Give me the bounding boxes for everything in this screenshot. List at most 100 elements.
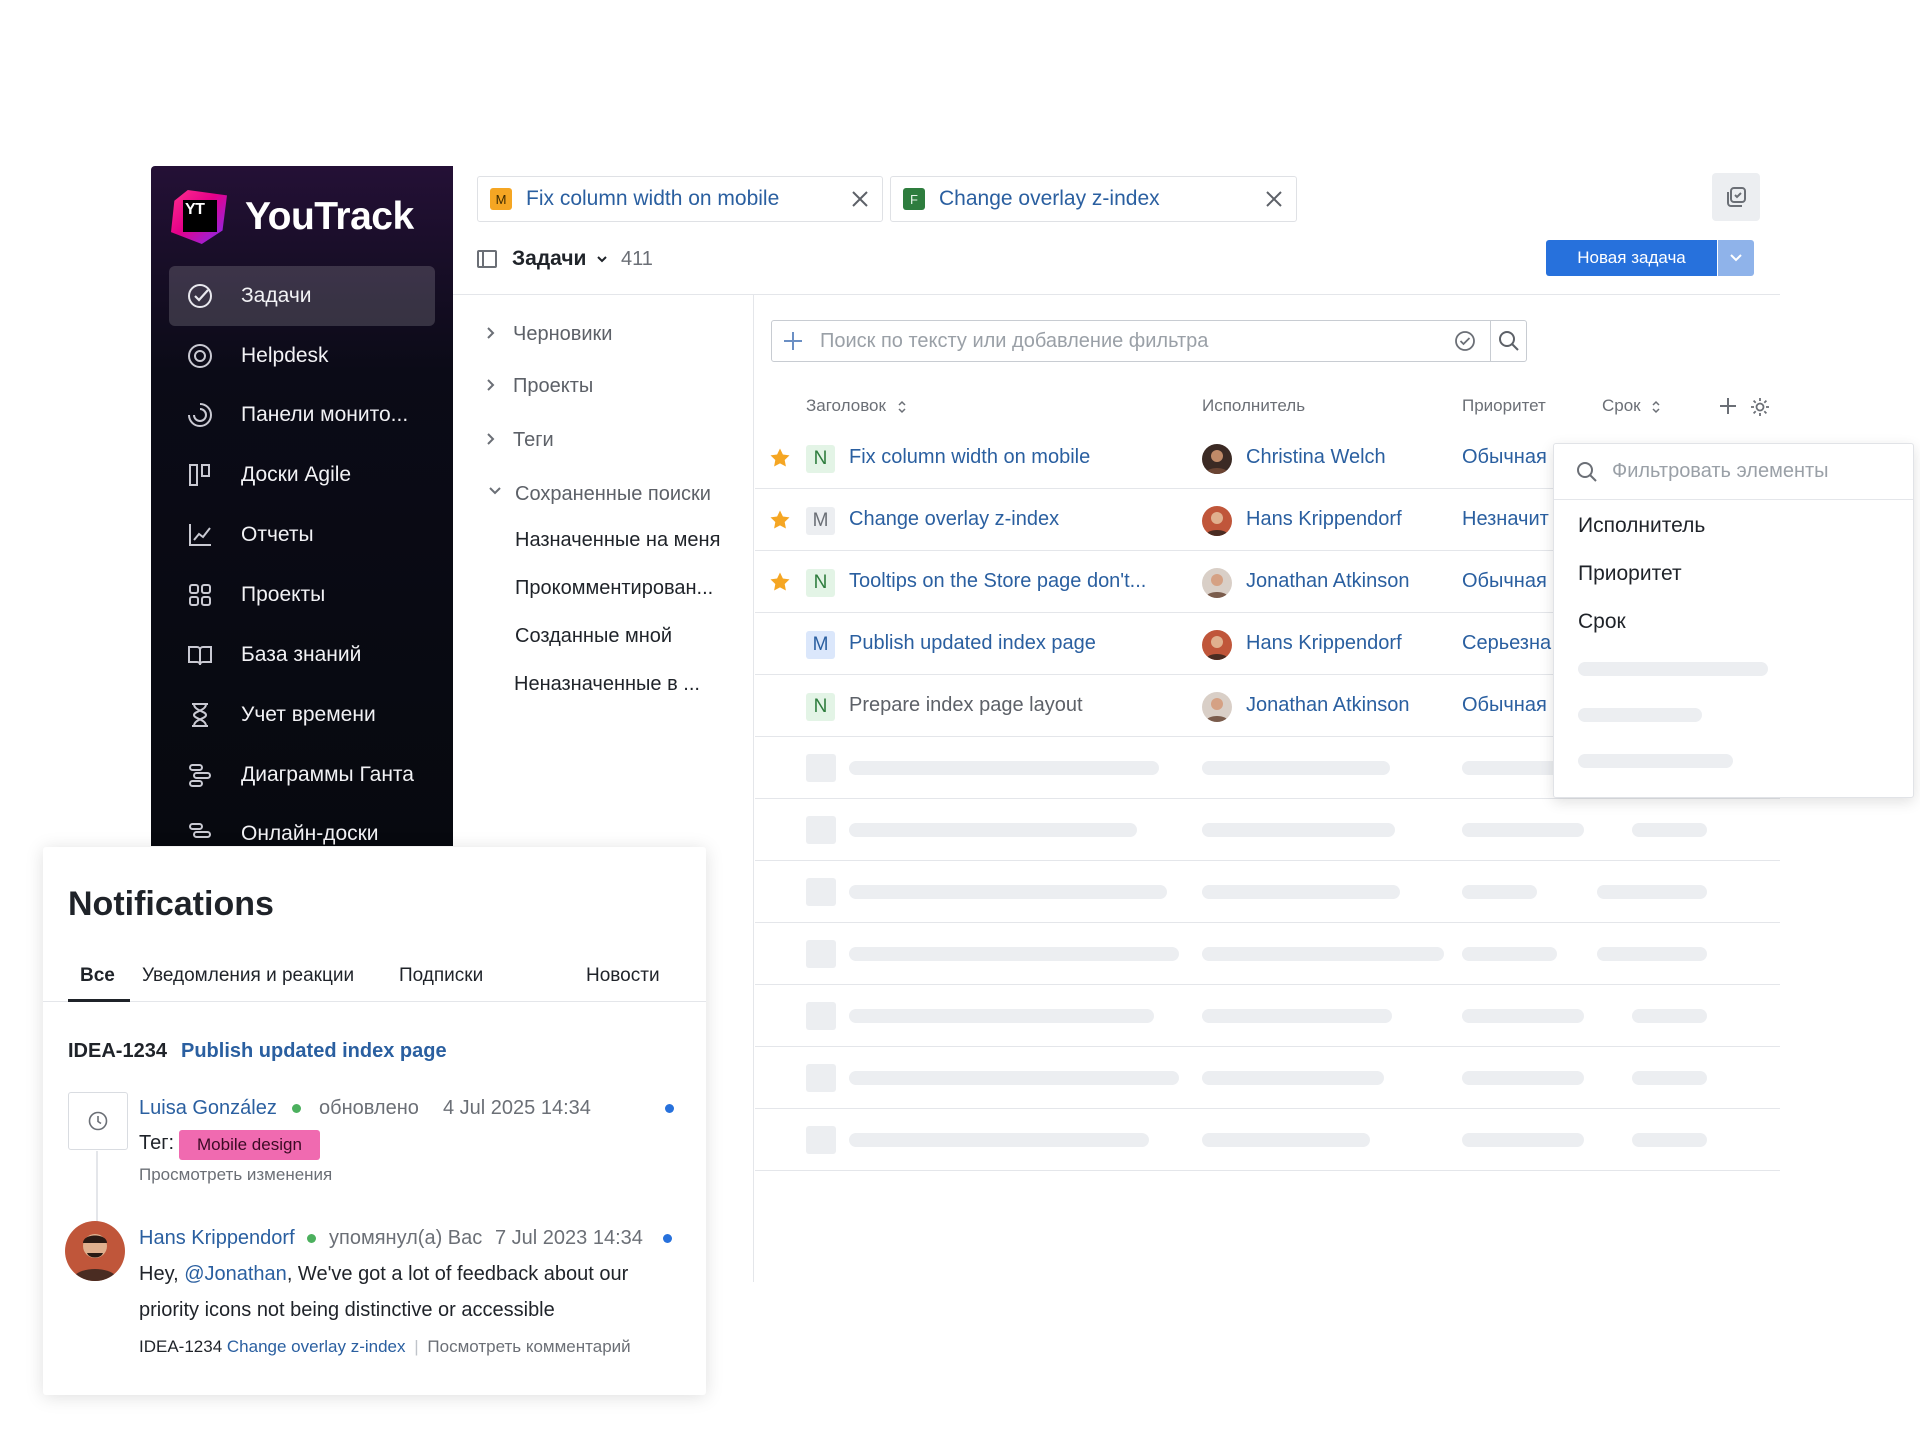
dropdown-item-due[interactable]: Срок xyxy=(1578,610,1626,634)
star-icon[interactable] xyxy=(769,447,791,469)
sidebar-item-time-tracking[interactable]: Учет времени xyxy=(169,685,435,745)
notification-issue-link[interactable]: Publish updated index page xyxy=(181,1040,447,1063)
check-circle-icon[interactable] xyxy=(1454,330,1476,352)
tag-badge[interactable]: Mobile design xyxy=(179,1130,320,1160)
saved-search-item[interactable]: Прокомментирован... xyxy=(515,577,713,600)
grid-icon xyxy=(185,580,215,610)
search-input[interactable]: Поиск по тексту или добавление фильтра xyxy=(820,330,1208,353)
chevron-down-icon[interactable] xyxy=(596,254,608,264)
tabs-divider xyxy=(43,1001,706,1002)
gear-icon[interactable] xyxy=(1749,396,1771,418)
add-column-icon[interactable] xyxy=(1718,396,1738,416)
unread-dot[interactable] xyxy=(665,1104,674,1113)
column-header-priority[interactable]: Приоритет xyxy=(1462,396,1546,416)
avatar xyxy=(65,1221,125,1281)
priority-value[interactable]: Серьезна xyxy=(1462,632,1551,655)
tree-folder-projects[interactable]: Проекты xyxy=(487,375,594,398)
tab-title: Fix column width on mobile xyxy=(526,187,780,210)
active-tab-indicator xyxy=(68,999,130,1002)
priority-value[interactable]: Обычная xyxy=(1462,446,1547,469)
saved-search-item[interactable]: Неназначенные в ... xyxy=(514,673,700,696)
lifebuoy-icon xyxy=(185,341,215,371)
saved-search-item[interactable]: Созданные мной xyxy=(515,625,672,648)
copy-button[interactable] xyxy=(1712,173,1760,221)
issue-tab-1[interactable]: M Fix column width on mobile xyxy=(477,176,883,222)
issue-summary-link[interactable]: Publish updated index page xyxy=(849,632,1096,655)
event-user-link[interactable]: Luisa González xyxy=(139,1097,277,1120)
app-logo[interactable]: YT YouTrack xyxy=(169,188,414,246)
issue-type-badge: N xyxy=(806,445,835,473)
sidebar-item-reports[interactable]: Отчеты xyxy=(169,505,435,565)
tab-all[interactable]: Все xyxy=(80,965,115,987)
sidebar-item-helpdesk[interactable]: Helpdesk xyxy=(169,326,435,386)
sidebar-item-knowledge-base[interactable]: База знаний xyxy=(169,625,435,685)
assignee-link[interactable]: Jonathan Atkinson xyxy=(1246,570,1409,593)
avatar xyxy=(1202,692,1232,722)
gantt-icon xyxy=(185,760,215,790)
tree-folder-label: Проекты xyxy=(513,375,594,397)
sidebar-item-issues[interactable]: Задачи xyxy=(169,266,435,326)
new-issue-dropdown-button[interactable] xyxy=(1718,240,1754,276)
assignee-link[interactable]: Christina Welch xyxy=(1246,446,1386,469)
assignee-link[interactable]: Hans Krippendorf xyxy=(1246,632,1402,655)
sidebar-item-label: Проекты xyxy=(241,583,326,606)
filter-items-field[interactable]: Фильтровать элементы xyxy=(1554,444,1913,500)
view-comment-link[interactable]: Посмотреть комментарий xyxy=(427,1337,630,1356)
tab-badge: F xyxy=(903,188,925,210)
sidebar-item-gantt[interactable]: Диаграммы Ганта xyxy=(169,745,435,805)
filter-items-input[interactable]: Фильтровать элементы xyxy=(1612,460,1829,483)
history-event-marker xyxy=(68,1092,128,1150)
tree-folder-drafts[interactable]: Черновики xyxy=(487,323,612,346)
saved-search-item[interactable]: Назначенные на меня xyxy=(515,529,720,552)
column-header-summary[interactable]: Заголовок xyxy=(806,396,907,416)
star-icon[interactable] xyxy=(769,509,791,531)
toggle-sidebar-icon[interactable] xyxy=(477,250,497,268)
sidebar-item-whiteboards[interactable]: Онлайн-доски xyxy=(169,804,435,846)
tree-folder-tags[interactable]: Теги xyxy=(487,429,554,452)
notifications-panel: Notifications Все Уведомления и реакции … xyxy=(43,847,706,1395)
page-title[interactable]: Задачи xyxy=(512,247,586,271)
sidebar-item-agile-boards[interactable]: Доски Agile xyxy=(169,445,435,505)
issue-summary-link[interactable]: Tooltips on the Store page don't... xyxy=(849,570,1146,593)
issue-summary-link[interactable]: Fix column width on mobile xyxy=(849,446,1090,469)
skeleton-line xyxy=(1578,662,1768,676)
tab-subscriptions[interactable]: Подписки xyxy=(399,965,483,987)
tab-news[interactable]: Новости xyxy=(586,965,660,987)
dropdown-item-priority[interactable]: Приоритет xyxy=(1578,562,1682,586)
priority-value[interactable]: Обычная xyxy=(1462,694,1547,717)
comment-text: Hey, xyxy=(139,1263,185,1285)
comment-text: , We've got a lot of feedback about our xyxy=(286,1263,629,1285)
online-status-dot xyxy=(307,1234,316,1243)
skeleton-row xyxy=(755,861,1780,923)
assignee-link[interactable]: Jonathan Atkinson xyxy=(1246,694,1409,717)
priority-value[interactable]: Обычная xyxy=(1462,570,1547,593)
avatar xyxy=(1202,568,1232,598)
search-icon[interactable] xyxy=(1498,330,1520,352)
sidebar-item-projects[interactable]: Проекты xyxy=(169,565,435,625)
assignee-link[interactable]: Hans Krippendorf xyxy=(1246,508,1402,531)
ref-issue-id: IDEA-1234 xyxy=(139,1337,223,1356)
add-filter-icon[interactable] xyxy=(782,330,804,352)
close-icon[interactable] xyxy=(850,189,870,209)
view-changes-link[interactable]: Просмотреть изменения xyxy=(139,1165,332,1185)
search-bar[interactable]: Поиск по тексту или добавление фильтра xyxy=(771,320,1527,362)
hourglass-icon xyxy=(185,700,215,730)
event-user-link[interactable]: Hans Krippendorf xyxy=(139,1227,295,1250)
ref-issue-link[interactable]: Change overlay z-index xyxy=(227,1337,406,1356)
new-issue-button[interactable]: Новая задача xyxy=(1546,240,1717,276)
close-icon[interactable] xyxy=(1264,189,1284,209)
issue-tab-2[interactable]: F Change overlay z-index xyxy=(890,176,1297,222)
mention-link[interactable]: @Jonathan xyxy=(184,1263,287,1285)
tree-folder-saved-searches[interactable]: Сохраненные поиски xyxy=(489,483,711,506)
priority-value[interactable]: Незначит xyxy=(1462,508,1549,531)
unread-dot[interactable] xyxy=(663,1234,672,1243)
star-icon[interactable] xyxy=(769,571,791,593)
dropdown-item-assignee[interactable]: Исполнитель xyxy=(1578,514,1705,538)
column-header-assignee[interactable]: Исполнитель xyxy=(1202,396,1305,416)
issue-summary[interactable]: Prepare index page layout xyxy=(849,694,1083,717)
sidebar-item-dashboards[interactable]: Панели монито... xyxy=(169,385,435,445)
issue-summary-link[interactable]: Change overlay z-index xyxy=(849,508,1059,531)
issue-type-badge: N xyxy=(806,569,835,597)
column-header-due[interactable]: Срок xyxy=(1602,396,1661,416)
tab-notifications-reactions[interactable]: Уведомления и реакции xyxy=(142,965,354,987)
